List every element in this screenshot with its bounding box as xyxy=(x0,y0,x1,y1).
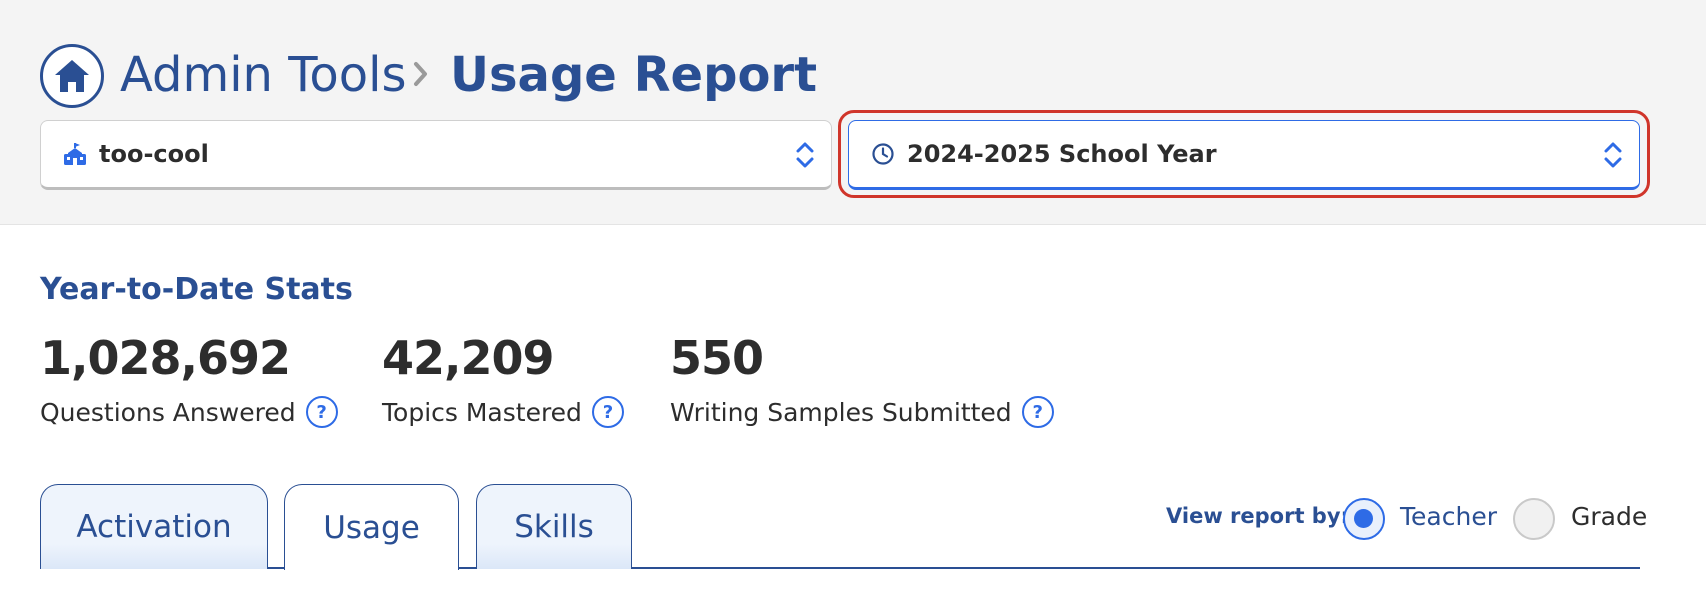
tab-activation[interactable]: Activation xyxy=(40,484,268,569)
school-year-select-value: 2024-2025 School Year xyxy=(907,140,1217,168)
stat-questions-answered: 1,028,692 Questions Answered ? xyxy=(40,330,338,428)
breadcrumb-admin-tools[interactable]: Admin Tools xyxy=(120,42,406,108)
tab-usage[interactable]: Usage xyxy=(284,484,459,570)
radio-grade[interactable] xyxy=(1513,498,1555,540)
school-icon xyxy=(64,143,86,165)
radio-teacher-label[interactable]: Teacher xyxy=(1400,502,1497,531)
help-icon[interactable]: ? xyxy=(305,396,338,428)
tabs-divider xyxy=(40,567,1640,569)
school-select[interactable]: too-cool xyxy=(40,120,832,190)
school-select-value: too-cool xyxy=(99,140,209,168)
stat-label: Writing Samples Submitted xyxy=(670,397,1012,427)
radio-grade-label[interactable]: Grade xyxy=(1571,502,1647,531)
stat-label: Topics Mastered xyxy=(382,397,582,427)
home-button[interactable] xyxy=(40,44,104,108)
stat-writing-samples: 550 Writing Samples Submitted ? xyxy=(670,330,1054,428)
school-year-select[interactable]: 2024-2025 School Year xyxy=(848,120,1640,190)
page-title: Usage Report xyxy=(450,47,818,103)
chevron-right-icon xyxy=(410,54,432,94)
stats-heading: Year-to-Date Stats xyxy=(40,272,353,307)
stat-value: 550 xyxy=(670,331,764,385)
tab-skills[interactable]: Skills xyxy=(476,484,632,569)
chevron-updown-icon xyxy=(1604,142,1622,168)
radio-selected-dot xyxy=(1354,509,1373,528)
stat-value: 1,028,692 xyxy=(40,331,291,385)
clock-icon xyxy=(872,143,894,165)
stat-value: 42,209 xyxy=(382,331,555,385)
help-icon[interactable]: ? xyxy=(1021,396,1054,428)
stat-topics-mastered: 42,209 Topics Mastered ? xyxy=(382,330,624,428)
home-icon xyxy=(55,60,89,92)
view-report-by-label: View report by: xyxy=(1166,504,1349,528)
radio-teacher[interactable] xyxy=(1343,498,1385,540)
chevron-updown-icon xyxy=(796,142,814,168)
page-header: Admin Tools Usage Report too-cool 2024-2… xyxy=(0,0,1706,225)
stat-label: Questions Answered xyxy=(40,397,296,427)
help-icon[interactable]: ? xyxy=(591,396,624,428)
